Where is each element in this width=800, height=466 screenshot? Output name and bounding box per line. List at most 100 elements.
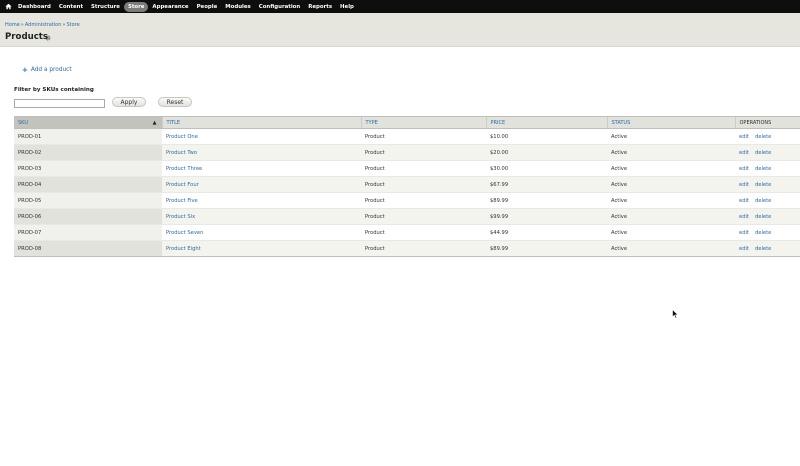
- breadcrumb-home[interactable]: Home: [5, 22, 20, 28]
- toolbar-item-appearance[interactable]: Appearance: [148, 2, 192, 12]
- cell-price: $20.00: [486, 144, 607, 161]
- cell-price: $10.00: [486, 128, 607, 145]
- cell-type: Product: [361, 192, 486, 209]
- column-header-price[interactable]: PRICE: [485, 116, 607, 129]
- add-product-link[interactable]: + Add a product: [22, 66, 72, 74]
- cell-price: $67.99: [486, 176, 607, 193]
- delete-link[interactable]: delete: [755, 182, 771, 188]
- cell-type: Product: [361, 144, 486, 161]
- table-row: PROD-03 Product Three Product $30.00 Act…: [14, 160, 800, 177]
- reset-button[interactable]: Reset: [158, 97, 192, 107]
- cell-sku: PROD-05: [14, 192, 162, 209]
- page-header: Home»Administration»Store Products: [0, 13, 800, 47]
- status-header-link[interactable]: STATUS: [612, 120, 631, 126]
- toolbar-item-help[interactable]: Help: [336, 2, 358, 12]
- cell-title-link[interactable]: Product One: [162, 128, 361, 145]
- cell-status: Active: [607, 224, 735, 241]
- cell-sku: PROD-02: [14, 144, 162, 161]
- edit-link[interactable]: edit: [739, 166, 749, 172]
- breadcrumb-separator: »: [20, 22, 24, 28]
- cell-sku: PROD-08: [14, 240, 162, 257]
- column-header-operations: OPERATIONS: [734, 116, 800, 129]
- mouse-cursor-icon: [672, 309, 679, 319]
- edit-link[interactable]: edit: [739, 134, 749, 140]
- cell-operations: edit delete: [735, 208, 800, 225]
- filter-label: Filter by SKUs containing: [14, 87, 94, 93]
- toolbar-item-structure[interactable]: Structure: [87, 2, 124, 12]
- cell-status: Active: [607, 176, 735, 193]
- breadcrumb-store[interactable]: Store: [66, 22, 79, 28]
- toolbar-item-content[interactable]: Content: [55, 2, 87, 12]
- cell-title-link[interactable]: Product Three: [162, 160, 361, 177]
- home-icon[interactable]: [2, 0, 14, 13]
- cell-price: $99.99: [486, 208, 607, 225]
- page-title: Products: [5, 32, 49, 42]
- toolbar-item-reports[interactable]: Reports: [304, 2, 336, 12]
- edit-link[interactable]: edit: [739, 214, 749, 220]
- edit-link[interactable]: edit: [739, 246, 749, 252]
- cell-type: Product: [361, 160, 486, 177]
- admin-toolbar: Dashboard Content Structure Store Appear…: [0, 0, 800, 13]
- cell-operations: edit delete: [735, 160, 800, 177]
- cell-operations: edit delete: [735, 224, 800, 241]
- toolbar-item-modules[interactable]: Modules: [221, 2, 254, 12]
- title-header-link[interactable]: TITLE: [167, 120, 181, 126]
- cell-title-link[interactable]: Product Seven: [162, 224, 361, 241]
- delete-link[interactable]: delete: [755, 198, 771, 204]
- delete-link[interactable]: delete: [755, 166, 771, 172]
- type-header-link[interactable]: TYPE: [366, 120, 378, 126]
- edit-link[interactable]: edit: [739, 230, 749, 236]
- cell-title-link[interactable]: Product Eight: [162, 240, 361, 257]
- table-row: PROD-04 Product Four Product $67.99 Acti…: [14, 176, 800, 193]
- cell-title-link[interactable]: Product Six: [162, 208, 361, 225]
- cell-type: Product: [361, 240, 486, 257]
- cell-status: Active: [607, 144, 735, 161]
- edit-link[interactable]: edit: [739, 150, 749, 156]
- cell-title-link[interactable]: Product Four: [162, 176, 361, 193]
- cell-sku: PROD-06: [14, 208, 162, 225]
- cell-type: Product: [361, 224, 486, 241]
- table-header-row: SKU ▲ TITLE TYPE PRICE STATUS OPERATIONS: [14, 116, 800, 129]
- table-row: PROD-02 Product Two Product $20.00 Activ…: [14, 144, 800, 161]
- price-header-link[interactable]: PRICE: [491, 120, 506, 126]
- edit-link[interactable]: edit: [739, 198, 749, 204]
- cell-title-link[interactable]: Product Two: [162, 144, 361, 161]
- cell-type: Product: [361, 176, 486, 193]
- cell-price: $89.99: [486, 240, 607, 257]
- sku-header-link[interactable]: SKU: [18, 120, 28, 126]
- delete-link[interactable]: delete: [755, 134, 771, 140]
- delete-link[interactable]: delete: [755, 150, 771, 156]
- delete-link[interactable]: delete: [755, 230, 771, 236]
- gear-icon[interactable]: [45, 35, 51, 41]
- cell-operations: edit delete: [735, 192, 800, 209]
- table-row: PROD-07 Product Seven Product $44.99 Act…: [14, 224, 800, 241]
- breadcrumb-administration[interactable]: Administration: [25, 22, 62, 28]
- edit-link[interactable]: edit: [739, 182, 749, 188]
- products-table: SKU ▲ TITLE TYPE PRICE STATUS OPERATIONS …: [14, 116, 800, 257]
- cell-status: Active: [607, 160, 735, 177]
- column-header-type[interactable]: TYPE: [360, 116, 486, 129]
- column-header-title[interactable]: TITLE: [161, 116, 361, 129]
- add-product-label: Add a product: [30, 67, 72, 73]
- table-row: PROD-08 Product Eight Product $89.99 Act…: [14, 240, 800, 257]
- cell-status: Active: [607, 192, 735, 209]
- apply-button[interactable]: Apply: [112, 97, 146, 107]
- cell-type: Product: [361, 128, 486, 145]
- delete-link[interactable]: delete: [755, 246, 771, 252]
- table-row: PROD-05 Product Five Product $89.99 Acti…: [14, 192, 800, 209]
- column-header-status[interactable]: STATUS: [606, 116, 735, 129]
- sku-filter-input[interactable]: [14, 99, 105, 108]
- cell-sku: PROD-01: [14, 128, 162, 145]
- cell-sku: PROD-03: [14, 160, 162, 177]
- toolbar-item-people[interactable]: People: [193, 2, 222, 12]
- sort-asc-icon[interactable]: ▲: [153, 120, 157, 126]
- plus-icon: +: [22, 66, 28, 74]
- toolbar-item-dashboard[interactable]: Dashboard: [14, 2, 55, 12]
- table-row: PROD-01 Product One Product $10.00 Activ…: [14, 128, 800, 145]
- cell-title-link[interactable]: Product Five: [162, 192, 361, 209]
- cell-type: Product: [361, 208, 486, 225]
- toolbar-item-configuration[interactable]: Configuration: [255, 2, 304, 12]
- delete-link[interactable]: delete: [755, 214, 771, 220]
- toolbar-item-store[interactable]: Store: [123, 1, 149, 12]
- column-header-sku[interactable]: SKU ▲: [14, 116, 162, 129]
